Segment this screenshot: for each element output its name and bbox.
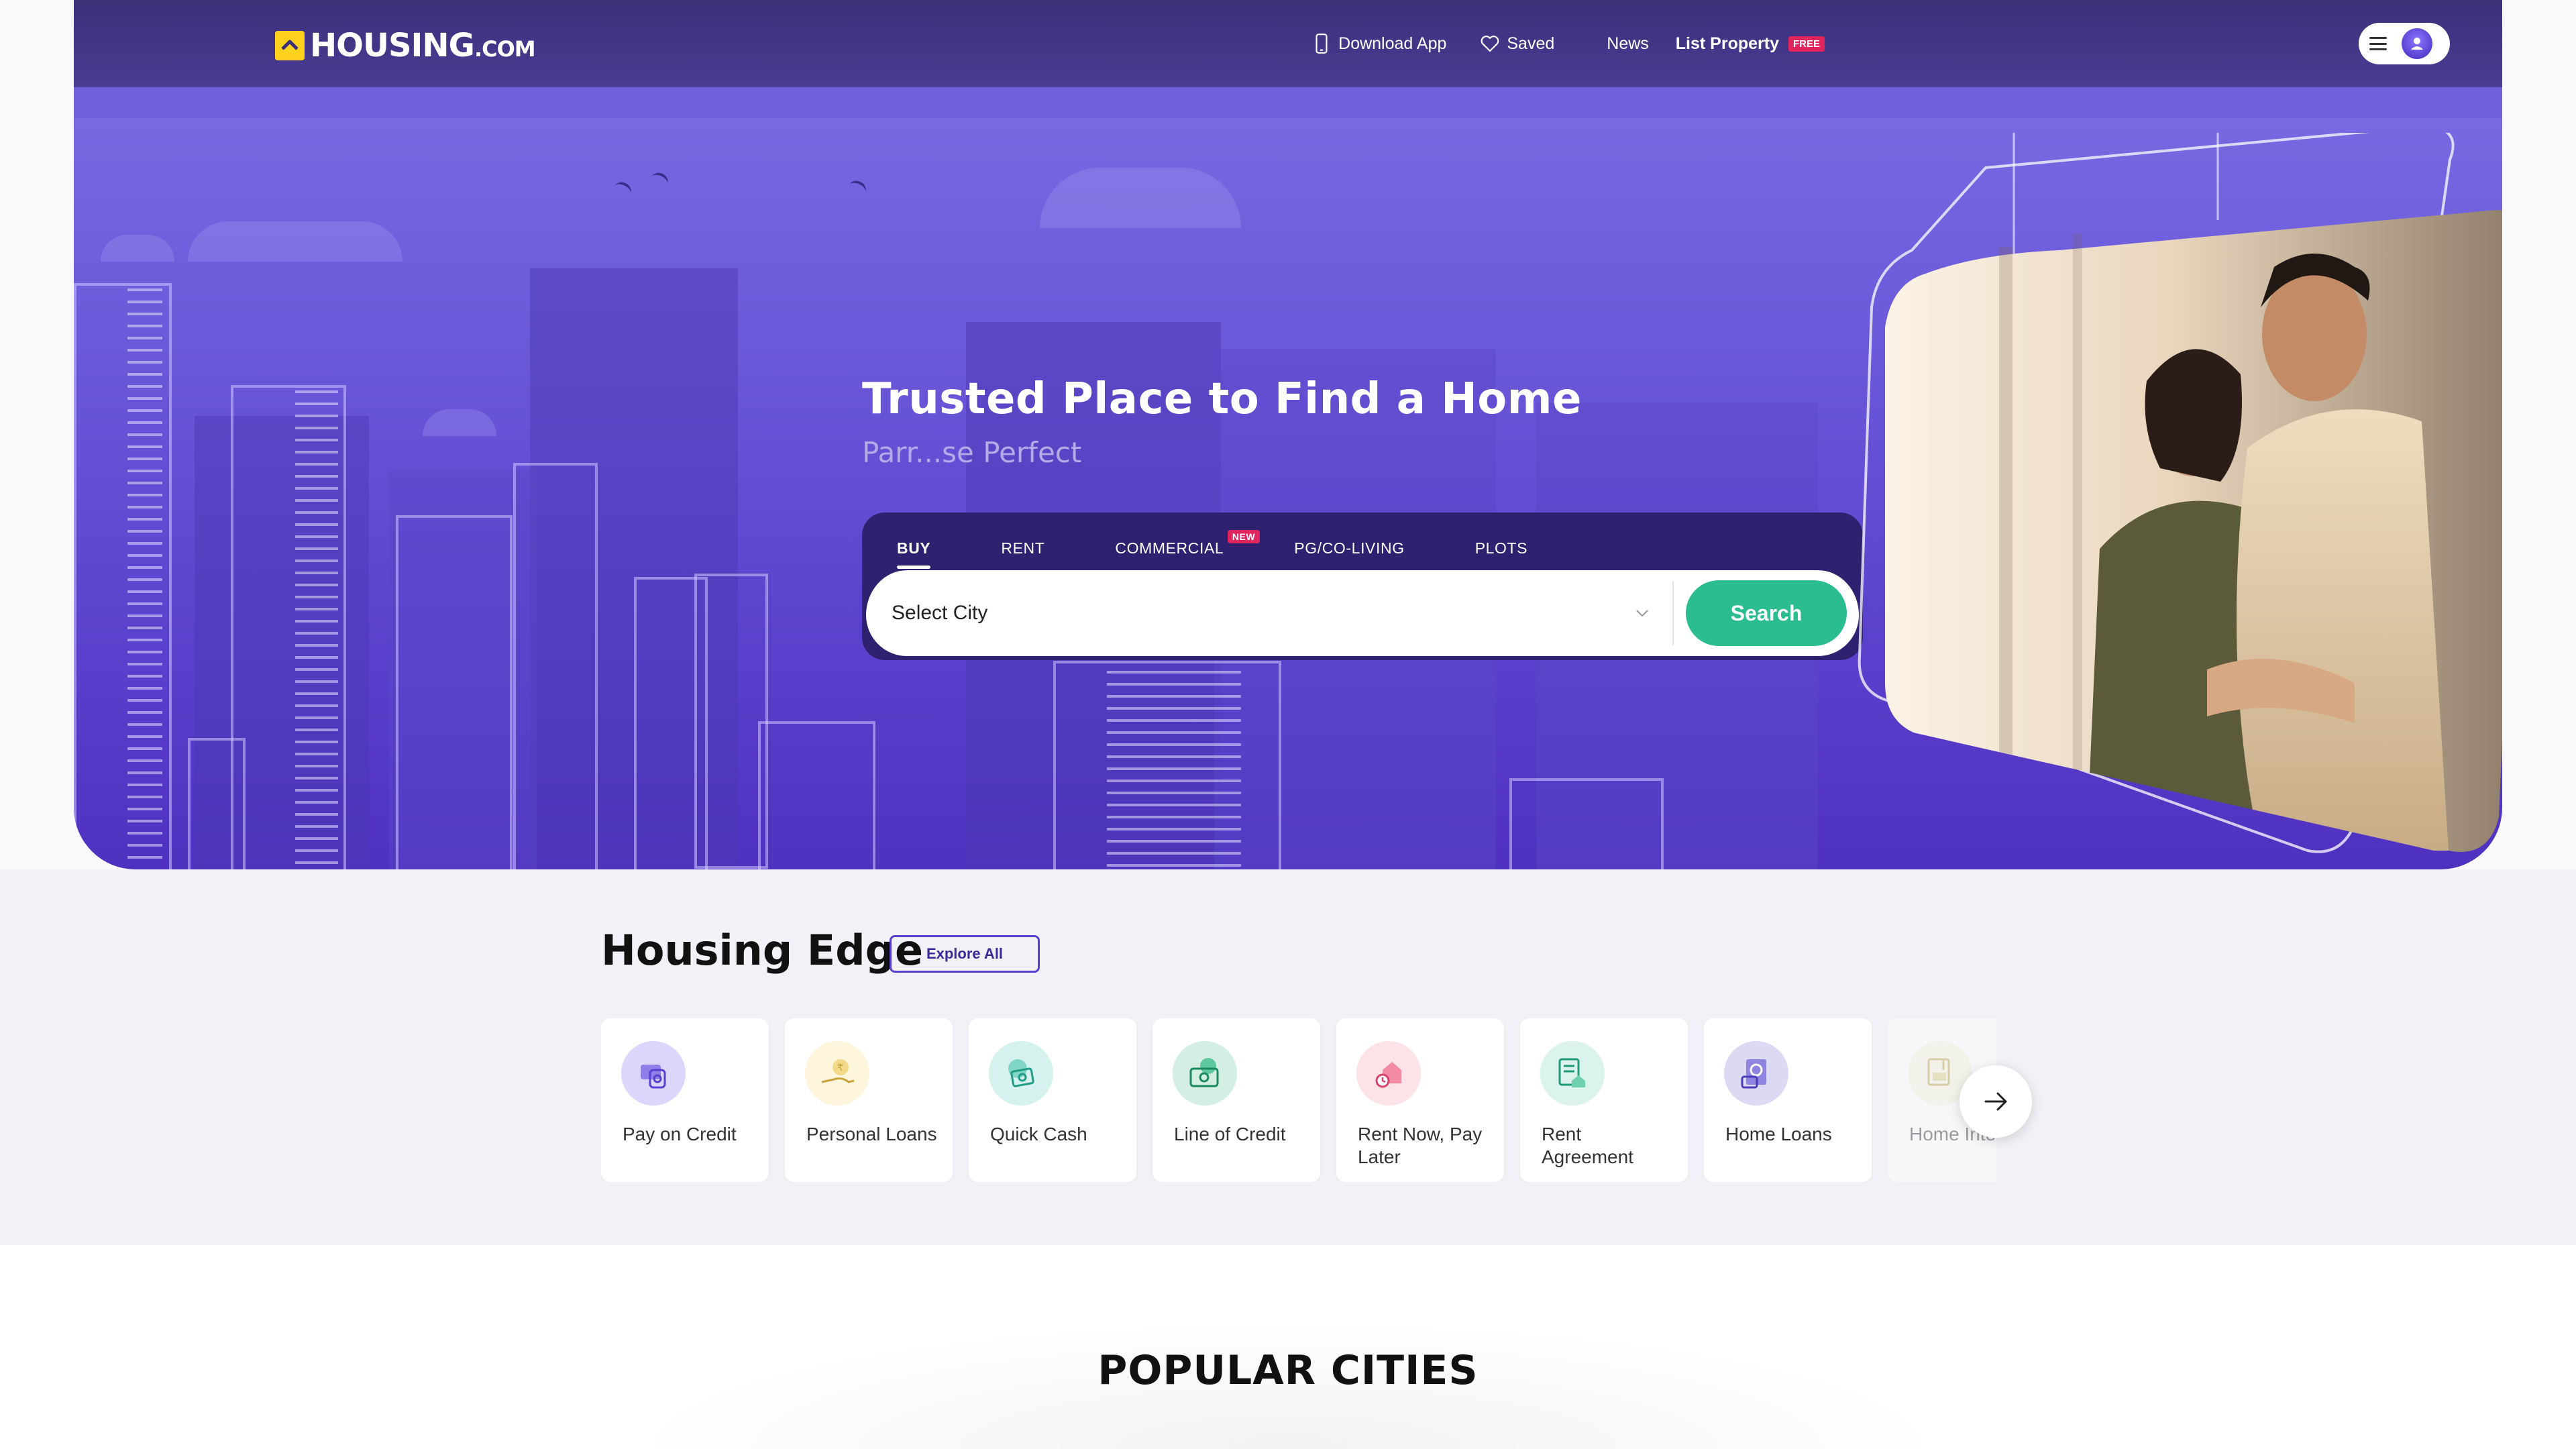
popular-cities-title-light: POPULAR: [1097, 1347, 1316, 1394]
download-app-link[interactable]: Download App: [1311, 33, 1446, 54]
bird-decoration: [846, 178, 869, 199]
card-pay-on-credit[interactable]: Pay on Credit: [601, 1018, 769, 1182]
loan-document-icon: [1724, 1041, 1788, 1106]
building-outline: [188, 738, 246, 869]
tab-plots-label: PLOTS: [1474, 539, 1528, 557]
housing-edge-section: Housing Edge Explore All Pay on Credit ₹…: [0, 869, 2576, 1245]
news-link[interactable]: News: [1607, 34, 1649, 54]
saved-label: Saved: [1507, 34, 1555, 53]
cloud-decoration: [423, 409, 496, 436]
header-nav: Download App Saved News List Property FR…: [1311, 27, 1825, 60]
tab-plots[interactable]: PLOTS: [1475, 527, 1527, 569]
house-logo-icon: [275, 31, 305, 60]
heart-icon: [1481, 36, 1499, 52]
city-select[interactable]: Select City: [866, 570, 1672, 656]
carousel-next-button[interactable]: [1960, 1065, 2032, 1138]
housing-edge-title-light: Housing: [601, 926, 793, 975]
building-windows: [127, 288, 162, 865]
building-outline: [1509, 778, 1664, 869]
bird-decoration: [648, 170, 671, 191]
hero-couple-image: [1858, 133, 2502, 853]
hero-subtitle: Parr...se Perfect: [862, 436, 1082, 469]
tab-commercial[interactable]: COMMERCIAL NEW: [1115, 527, 1260, 569]
tab-pg-co-living[interactable]: PG/CO-LIVING: [1294, 527, 1404, 569]
brand-name-text: HOUSING: [310, 27, 475, 64]
card-label: Rent Now, Pay Later: [1358, 1124, 1483, 1167]
hamburger-menu-icon: [2369, 37, 2387, 50]
building-outline: [694, 574, 768, 869]
search-button[interactable]: Search: [1686, 580, 1847, 646]
brand-suffix: .COM: [474, 36, 536, 62]
bird-decoration: [611, 179, 634, 201]
tab-commercial-label: COMMERCIAL: [1115, 539, 1224, 557]
cloud-decoration: [101, 235, 174, 262]
hero-title: Trusted Place to Find a Home: [862, 374, 1582, 424]
popular-cities-title: POPULAR CITIES: [0, 1347, 2576, 1394]
list-property-link[interactable]: List Property FREE: [1676, 34, 1825, 54]
account-menu-button[interactable]: [2359, 23, 2450, 64]
svg-text:₹: ₹: [837, 1063, 843, 1073]
search-tabs: BUY RENT COMMERCIAL NEW PG/CO-LIVING PLOT…: [897, 527, 1598, 569]
house-clock-icon: [1356, 1041, 1421, 1106]
hero-band: [74, 87, 2502, 118]
tab-buy-label: BUY: [897, 539, 931, 557]
card-home-loans[interactable]: Home Loans: [1704, 1018, 1872, 1182]
phone-icon: [1316, 34, 1328, 54]
building-windows: [1107, 671, 1241, 869]
popular-cities-section: POPULAR CITIES: [0, 1245, 2576, 1449]
card-label: Personal Loans: [806, 1124, 937, 1144]
card-label: Pay on Credit: [623, 1124, 737, 1144]
card-rent-agreement[interactable]: Rent Agreement: [1520, 1018, 1688, 1182]
hero-banner: HOUSING.COM Download App Saved News List…: [74, 0, 2502, 869]
card-personal-loans[interactable]: ₹ Personal Loans: [785, 1018, 953, 1182]
new-badge: NEW: [1227, 530, 1260, 543]
card-label: Rent Agreement: [1542, 1124, 1633, 1167]
saved-link[interactable]: Saved: [1480, 33, 1554, 54]
arrow-right-icon: [1984, 1092, 2007, 1111]
card-quick-cash[interactable]: Quick Cash: [969, 1018, 1136, 1182]
cloud-decoration: [188, 221, 402, 262]
search-box: Select City Search: [862, 570, 1863, 660]
list-property-label: List Property: [1675, 34, 1779, 53]
news-label: News: [1607, 34, 1649, 53]
search-panel: BUY RENT COMMERCIAL NEW PG/CO-LIVING PLOT…: [862, 513, 1863, 660]
cloud-decoration: [1040, 168, 1241, 228]
building-outline: [513, 463, 598, 869]
building-windows: [295, 390, 338, 867]
tab-buy[interactable]: BUY: [897, 527, 931, 569]
card-rent-now-pay-later[interactable]: Rent Now, Pay Later: [1336, 1018, 1504, 1182]
card-label: Home Loans: [1725, 1124, 1832, 1144]
card-label: Quick Cash: [990, 1124, 1087, 1144]
user-avatar-icon: [2402, 28, 2432, 59]
building-outline: [396, 515, 513, 869]
chevron-down-icon: [1636, 610, 1648, 617]
credit-card-hand-icon: [621, 1041, 686, 1106]
banknote-icon: [1173, 1041, 1237, 1106]
brand-name: HOUSING.COM: [310, 27, 536, 64]
tab-rent-label: RENT: [1001, 539, 1045, 557]
housing-edge-title: Housing Edge: [601, 926, 923, 975]
card-label: Line of Credit: [1174, 1124, 1286, 1144]
free-badge: FREE: [1788, 36, 1825, 52]
tab-rent[interactable]: RENT: [1001, 527, 1044, 569]
search-divider: [1672, 581, 1674, 645]
popular-cities-title-bold: CITIES: [1330, 1347, 1479, 1394]
download-app-label: Download App: [1338, 34, 1447, 53]
housing-edge-cards: Pay on Credit ₹ Personal Loans Quick Cas…: [601, 1018, 1996, 1182]
cash-icon: [989, 1041, 1053, 1106]
document-house-icon: [1540, 1041, 1605, 1106]
card-line-of-credit[interactable]: Line of Credit: [1152, 1018, 1320, 1182]
tab-pg-label: PG/CO-LIVING: [1294, 539, 1405, 557]
housing-logo[interactable]: HOUSING.COM: [275, 27, 536, 64]
city-select-placeholder: Select City: [892, 602, 988, 624]
explore-all-button[interactable]: Explore All: [890, 935, 1040, 973]
rupee-coin-hand-icon: ₹: [805, 1041, 869, 1106]
building-outline: [758, 721, 875, 869]
